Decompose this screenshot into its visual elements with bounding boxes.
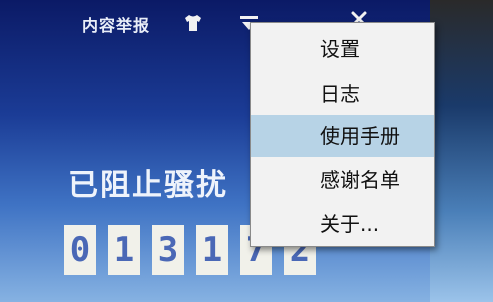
count-digit: 1 bbox=[108, 225, 140, 275]
blocked-harassment-label: 已阻止骚扰 bbox=[68, 168, 228, 203]
dropdown-menu: 设置 日志 使用手册 感谢名单 关于... bbox=[250, 22, 435, 247]
menu-item-settings[interactable]: 设置 bbox=[251, 28, 434, 70]
background-right bbox=[430, 0, 493, 302]
menu-item-about[interactable]: 关于... bbox=[251, 203, 434, 245]
shirt-icon[interactable] bbox=[183, 14, 203, 32]
content-report-link[interactable]: 内容举报 bbox=[82, 12, 150, 36]
count-digit: 0 bbox=[64, 225, 96, 275]
menu-item-log[interactable]: 日志 bbox=[251, 73, 434, 115]
menu-item-credits[interactable]: 感谢名单 bbox=[251, 159, 434, 201]
count-digit: 1 bbox=[196, 225, 228, 275]
count-digit: 3 bbox=[152, 225, 184, 275]
app-window: 内容举报 已阻止骚扰 0 1 3 1 7 2 设置 日志 使用手册 感谢名单 关… bbox=[0, 0, 493, 302]
menu-item-manual[interactable]: 使用手册 bbox=[251, 115, 434, 157]
